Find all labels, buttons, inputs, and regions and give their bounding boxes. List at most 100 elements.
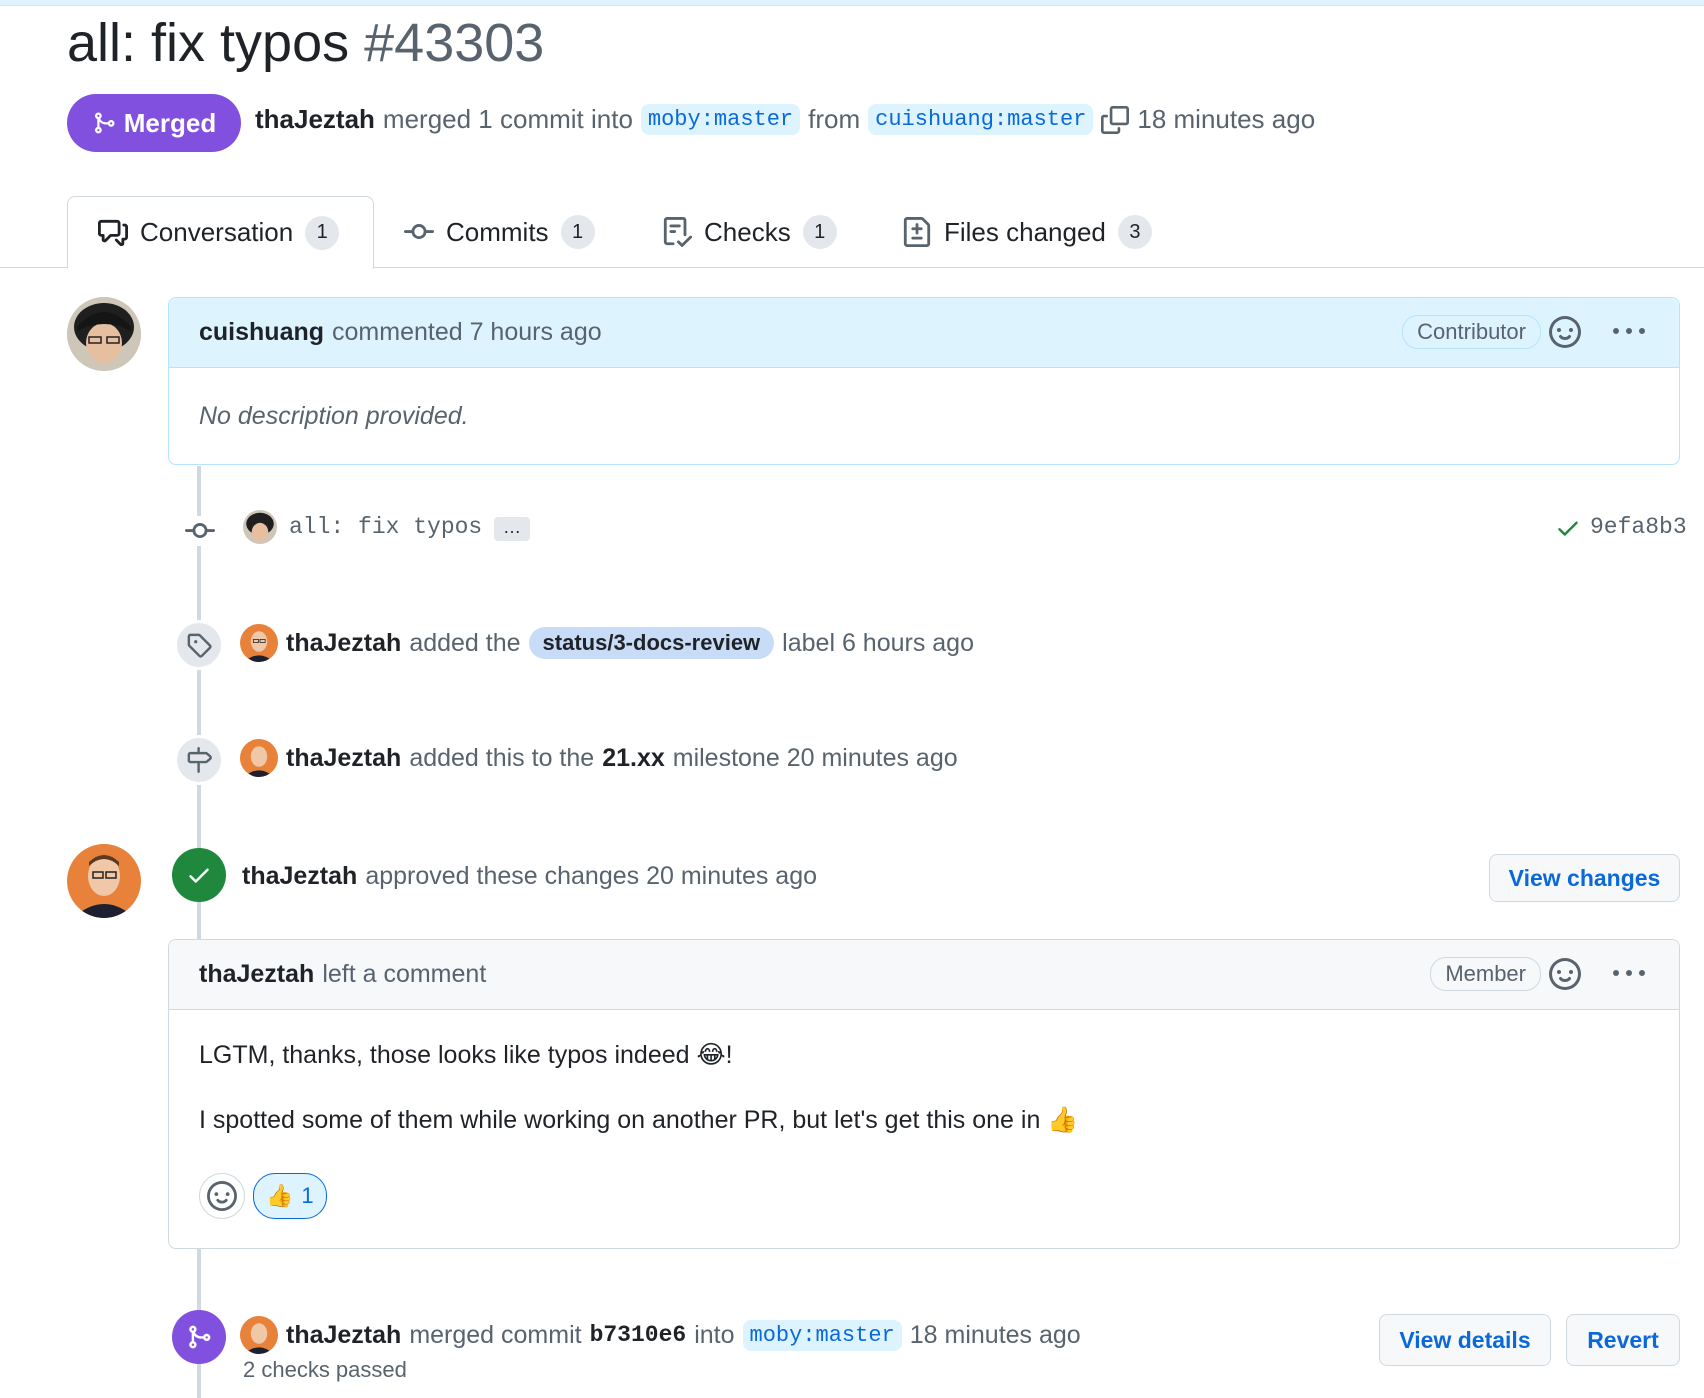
checklist-icon [663,217,692,247]
label-post-text: label 6 hours ago [782,628,974,657]
member-badge: Member [1430,957,1541,991]
milestone-icon [187,747,212,773]
merger-link[interactable]: thaJeztah [255,104,375,135]
cuishuang-avatar-icon [67,297,141,371]
thumbs-up-reaction[interactable]: 👍 1 [253,1173,327,1219]
top-progress-bar [0,0,1704,6]
review-event: thaJeztah approved these changes 20 minu… [242,862,817,891]
avatar[interactable] [240,739,278,777]
thajeztah-avatar-icon [240,1316,278,1354]
comment-header: cuishuang commented 7 hours ago Contribu… [169,298,1679,368]
reactions-bar: 👍 1 [199,1173,327,1219]
kebab-horizontal-icon[interactable] [1613,958,1645,990]
base-branch[interactable]: moby:master [640,104,801,135]
tab-checks-label: Checks [704,216,791,247]
reaction-count: 1 [301,1183,314,1208]
merge-base-branch[interactable]: moby:master [742,1319,902,1351]
avatar[interactable] [243,510,277,544]
smiley-icon[interactable] [1549,958,1581,990]
tag-icon [187,633,212,658]
git-commit-icon [185,516,215,546]
merge-event: thaJeztah merged commit b7310e6 into mob… [240,1316,1081,1354]
comment-line: I spotted some of them while working on … [199,1106,1079,1134]
git-merge-icon [189,1325,211,1349]
tab-files-changed[interactable]: Files changed 3 [902,196,1152,268]
pr-number: #43303 [364,13,545,73]
tab-files-label: Files changed [944,216,1106,247]
contributor-badge: Contributor [1402,315,1541,349]
tab-conversation[interactable]: Conversation 1 [67,196,374,269]
view-changes-button[interactable]: View changes [1489,854,1680,902]
thajeztah-avatar-icon [240,739,278,777]
tag-badge [174,620,224,670]
merge-commit-sha[interactable]: b7310e6 [590,1322,687,1348]
revert-button[interactable]: Revert [1566,1314,1680,1366]
add-reaction-button[interactable] [199,1173,245,1219]
tab-checks[interactable]: Checks 1 [662,196,837,268]
tab-checks-count: 1 [802,215,837,249]
avatar[interactable] [240,624,278,662]
timeline-line [197,466,201,1398]
actor-link[interactable]: thaJeztah [286,744,401,773]
page-title: all: fix typos #43303 [67,12,544,74]
checks-passed-link[interactable]: 2 checks passed [243,1357,407,1383]
check-icon [189,868,209,883]
merge-text: merged 1 commit into [382,104,633,134]
tab-commits[interactable]: Commits 1 [404,196,595,268]
label-pre-text: added the [409,628,521,657]
git-merge-icon [94,112,115,134]
commit-message[interactable]: all: fix typos [289,514,482,540]
merged-state-badge: Merged [67,94,241,152]
milestone-post-text: milestone 20 minutes ago [672,743,958,772]
review-action: approved these changes 20 minutes ago [365,862,818,890]
approved-badge [172,848,226,902]
merge-time: 18 minutes ago [909,1320,1081,1349]
copy-icon[interactable] [1101,105,1130,134]
tab-commits-count: 1 [560,215,595,249]
milestone-event: thaJeztah added this to the 21.xx milest… [240,739,958,777]
smiley-icon[interactable] [1549,316,1581,348]
pr-title: all: fix typos [67,13,350,73]
merge-into-text: into [694,1320,735,1349]
label-status-docs-review[interactable]: status/3-docs-review [528,627,775,659]
view-details-button[interactable]: View details [1379,1314,1551,1366]
reviewer-link[interactable]: thaJeztah [242,862,357,891]
cuishuang-avatar-small-icon [243,510,277,544]
tab-commits-label: Commits [446,216,549,247]
comment-box-description: cuishuang commented 7 hours ago Contribu… [168,297,1680,465]
milestone-link[interactable]: 21.xx [602,744,665,773]
pr-tabs: Conversation 1 Commits 1 Checks 1 Files … [0,196,1704,269]
check-icon [1558,521,1578,536]
comment-body: LGTM, thanks, those looks like typos ind… [169,1010,1679,1135]
comment-author[interactable]: thaJeztah [199,960,314,989]
thajeztah-avatar-large-icon [67,844,141,918]
comment-author[interactable]: cuishuang [199,318,324,347]
thumbs-up-emoji: 👍 [266,1183,294,1208]
avatar[interactable] [67,297,141,371]
file-diff-icon [903,217,931,247]
merge-badge [172,1310,226,1364]
kebab-horizontal-icon[interactable] [1613,316,1645,348]
merge-pre-text: merged commit [409,1320,582,1349]
comment-action: left a comment [322,960,487,988]
label-event: thaJeztah added the status/3-docs-review… [240,624,974,662]
tab-conversation-count: 1 [305,215,340,250]
actor-link[interactable]: thaJeztah [286,629,401,658]
from-text: from [808,104,861,134]
commit-sha[interactable]: 9efa8b3 [1590,514,1687,540]
comment-box-review: thaJeztah left a comment Member LGTM, th… [168,939,1680,1249]
actor-link[interactable]: thaJeztah [286,1321,401,1350]
expand-commit-button[interactable]: … [494,517,530,541]
smiley-icon [207,1181,237,1211]
comment-line: LGTM, thanks, those looks like typos ind… [199,1041,733,1069]
head-branch[interactable]: cuishuang:master [868,104,1094,135]
tab-files-count: 3 [1117,215,1152,249]
comment-discussion-icon [98,219,128,246]
merged-label: Merged [123,107,217,138]
comment-action: commented 7 hours ago [332,318,602,346]
thajeztah-avatar-icon [240,624,278,662]
milestone-badge [174,735,224,785]
avatar[interactable] [67,844,141,918]
avatar[interactable] [240,1316,278,1354]
merge-time: 18 minutes ago [1137,104,1316,134]
